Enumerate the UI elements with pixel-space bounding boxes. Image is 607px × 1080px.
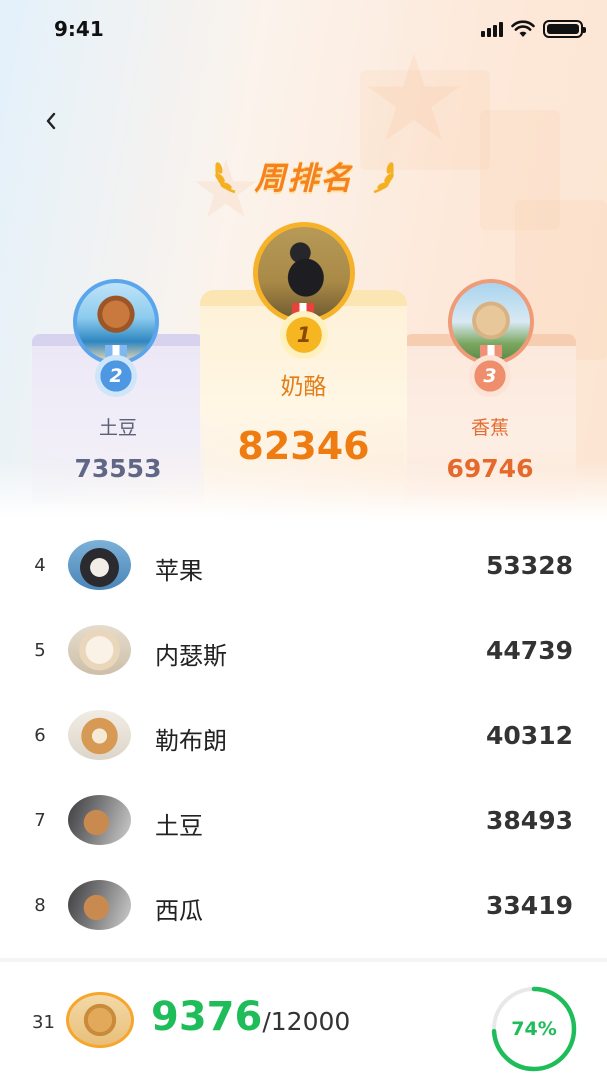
page-title: 周排名 — [254, 160, 354, 197]
pet-name: 苹果 — [155, 557, 203, 585]
pet-name: 土豆 — [155, 812, 203, 840]
my-rank-bar[interactable]: 31 9376 /12000 74% — [0, 962, 607, 1080]
avatar — [68, 880, 131, 930]
wifi-icon — [511, 20, 535, 37]
pet-name: 内瑟斯 — [155, 642, 227, 670]
laurel-left-icon — [214, 162, 235, 194]
progress-ring: 74% — [489, 984, 579, 1074]
bronze-medal-icon: 3 — [469, 355, 511, 397]
progress-label: 74% — [511, 1018, 557, 1040]
rank-number: 5 — [34, 640, 46, 661]
rank-number: 4 — [34, 555, 46, 576]
my-score-value: 9376 — [151, 994, 263, 1040]
ranking-list: 4 苹果 53328 5 内瑟斯 44739 6 勒布朗 40312 7 土豆 … — [0, 523, 607, 948]
laurel-right-icon — [373, 162, 394, 194]
third-place-name: 香蕉 — [470, 417, 509, 439]
rank-number: 8 — [34, 895, 46, 916]
ranking-row[interactable]: 6 勒布朗 40312 — [0, 693, 607, 778]
status-bar: 9:41 — [0, 0, 607, 60]
status-time: 9:41 — [54, 17, 104, 41]
ranking-row[interactable]: 4 苹果 53328 — [0, 523, 607, 608]
pet-score: 33419 — [486, 891, 573, 920]
my-avatar — [66, 992, 134, 1048]
rank-number: 7 — [34, 810, 46, 831]
ranking-row[interactable]: 8 西瓜 33419 — [0, 863, 607, 948]
my-score: 9376 /12000 — [151, 994, 350, 1040]
battery-icon — [543, 20, 586, 38]
status-icons — [481, 20, 586, 38]
ranking-row[interactable]: 7 土豆 38493 — [0, 778, 607, 863]
pet-name: 勒布朗 — [155, 727, 227, 755]
silver-medal-icon: 2 — [95, 355, 137, 397]
my-rank-number: 31 — [32, 1012, 55, 1033]
avatar — [68, 540, 131, 590]
pet-score: 40312 — [486, 721, 573, 750]
first-place-name: 奶酪 — [280, 374, 327, 400]
pet-name: 西瓜 — [155, 897, 203, 925]
back-button[interactable] — [36, 106, 66, 136]
pet-score: 53328 — [486, 551, 573, 580]
avatar — [68, 795, 131, 845]
rank-number: 6 — [34, 725, 46, 746]
first-place-score: 82346 — [237, 424, 370, 468]
avatar — [68, 710, 131, 760]
gold-medal-icon: 1 — [280, 311, 328, 359]
chevron-left-icon — [46, 112, 56, 130]
pet-score: 44739 — [486, 636, 573, 665]
avatar — [68, 625, 131, 675]
my-score-goal: /12000 — [262, 1007, 351, 1036]
second-place-score: 73553 — [74, 454, 162, 483]
pet-score: 38493 — [486, 806, 573, 835]
ranking-row[interactable]: 5 内瑟斯 44739 — [0, 608, 607, 693]
title-banner: 周排名 — [192, 150, 416, 200]
second-place-name: 土豆 — [98, 417, 137, 439]
cellular-signal-icon — [481, 21, 503, 37]
third-place-score: 69746 — [446, 454, 534, 483]
